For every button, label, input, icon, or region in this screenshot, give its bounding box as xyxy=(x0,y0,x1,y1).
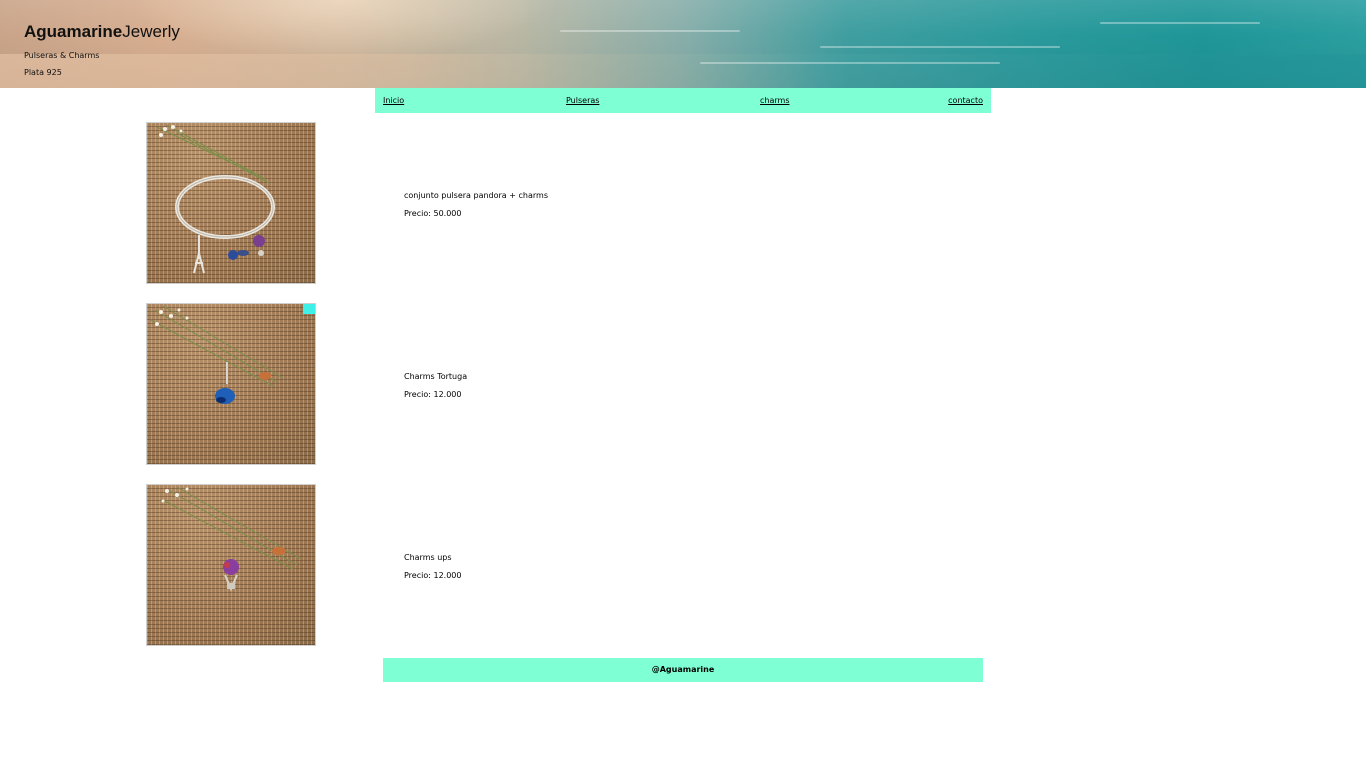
footer-bar: @Aguamarine xyxy=(383,658,983,682)
wave-line xyxy=(820,46,1060,48)
footer-handle[interactable]: @Aguamarine xyxy=(652,665,715,674)
brand-light: Jewerly xyxy=(122,22,180,41)
wave-line xyxy=(700,62,1000,64)
product-photo-bracelet xyxy=(146,122,316,284)
wave-line xyxy=(560,30,740,32)
main-nav: Inicio Pulseras charms contacto xyxy=(375,88,991,113)
nav-link-inicio[interactable]: Inicio xyxy=(383,96,404,105)
tagline-material: Plata 925 xyxy=(24,68,62,77)
site-title: AguamarineJewerly xyxy=(24,22,180,42)
header-banner: AguamarineJewerly Pulseras & Charms Plat… xyxy=(0,0,1366,88)
product-photo-turtle xyxy=(146,303,316,465)
tagline-products: Pulseras & Charms xyxy=(24,51,100,60)
brand-bold: Aguamarine xyxy=(24,22,123,41)
nav-link-pulseras[interactable]: Pulseras xyxy=(566,96,599,105)
nav-link-contacto[interactable]: contacto xyxy=(948,96,983,105)
product-price: Precio: 12.000 xyxy=(404,571,462,580)
product-price: Precio: 12.000 xyxy=(404,390,462,399)
shoreline xyxy=(0,54,1366,88)
bracelet-photo-icon xyxy=(156,124,275,274)
product-info: conjunto pulsera pandora + charms Precio… xyxy=(404,191,548,218)
product-name: Charms Tortuga xyxy=(404,372,468,381)
product-name: conjunto pulsera pandora + charms xyxy=(404,191,548,200)
balloon-charm-photo-icon xyxy=(160,486,302,592)
product-price: Precio: 50.000 xyxy=(404,209,462,218)
product-name: Charms ups xyxy=(404,553,452,562)
nav-link-charms[interactable]: charms xyxy=(760,96,789,105)
product-info: Charms Tortuga Precio: 12.000 xyxy=(404,372,467,399)
product-info: Charms ups Precio: 12.000 xyxy=(404,553,461,580)
turtle-charm-photo-icon xyxy=(150,304,315,404)
sun-glare xyxy=(130,0,550,60)
wave-line xyxy=(1100,22,1260,24)
product-photo-balloon xyxy=(146,484,316,646)
